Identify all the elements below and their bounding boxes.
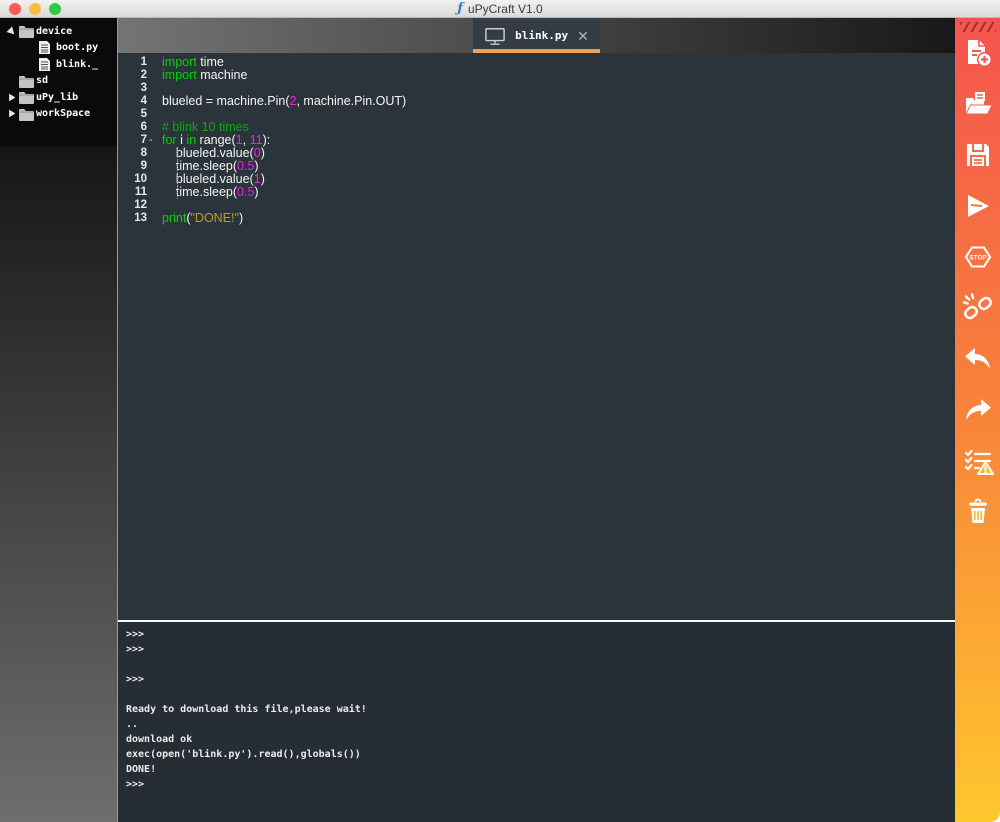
redo-button[interactable] — [961, 395, 995, 429]
disclosure-triangle-icon[interactable] — [4, 26, 18, 37]
line-number: 3 — [118, 82, 162, 95]
save-file-button[interactable] — [961, 140, 995, 174]
editor-line-13[interactable]: 13print("DONE!") — [118, 212, 955, 225]
line-number: 7 — [118, 134, 162, 147]
title-bar: ƒ uPyCraft V1.0 — [0, 0, 1000, 18]
line-number: 10 — [118, 173, 162, 186]
line-number: 12 — [118, 199, 162, 212]
open-file-button[interactable] — [961, 89, 995, 123]
line-number: 11 — [118, 186, 162, 199]
undo-icon — [962, 343, 994, 380]
folder-icon — [18, 90, 36, 104]
window-title: ƒ uPyCraft V1.0 — [0, 1, 1000, 16]
connect-icon — [962, 292, 994, 329]
console-line: >>> — [126, 777, 955, 792]
folder-icon — [18, 74, 36, 88]
tab-bar: blink.py ✕ — [118, 18, 955, 53]
monitor-icon — [484, 26, 506, 46]
line-number: 13 — [118, 212, 162, 225]
stop-button[interactable]: STOP — [961, 242, 995, 276]
active-tab-underline — [473, 49, 600, 53]
console-line: >>> — [126, 642, 955, 657]
tab-blink-py[interactable]: blink.py ✕ — [473, 18, 600, 53]
main-area: device boot.py blink._sd uPy_lib workSpace b… — [0, 18, 1000, 822]
disclosure-triangle-icon[interactable] — [4, 92, 18, 103]
folder-icon — [18, 24, 36, 38]
app-logo-icon: ƒ — [457, 1, 463, 16]
code-text: print("DONE!") — [162, 212, 243, 225]
repl-console[interactable]: >>> >>> >>> Ready to download this file,… — [118, 622, 955, 822]
toolbar-zigzag-decoration — [960, 22, 996, 32]
download-run-button[interactable] — [961, 191, 995, 225]
syntax-check-button[interactable] — [961, 446, 995, 480]
tree-item-upy-lib[interactable]: uPy_lib — [0, 89, 117, 106]
file-tree-sidebar: device boot.py blink._sd uPy_lib workSpace — [0, 18, 118, 822]
console-line: .. — [126, 717, 955, 732]
disclosure-triangle-icon[interactable] — [4, 108, 18, 119]
code-text: time.sleep(0.5) — [162, 186, 259, 199]
code-text: blueled = machine.Pin(2, machine.Pin.OUT… — [162, 95, 406, 108]
line-number: 6 — [118, 121, 162, 134]
console-line — [126, 687, 955, 702]
console-line: download ok — [126, 732, 955, 747]
clear-button[interactable] — [961, 497, 995, 531]
fold-marker-icon[interactable]: - — [149, 134, 153, 147]
code-editor[interactable]: 1import time2import machine34blueled = m… — [118, 53, 955, 620]
toolbar: STOP — [955, 18, 1000, 822]
line-number: 1 — [118, 56, 162, 69]
stop-icon: STOP — [962, 241, 994, 278]
close-tab-icon[interactable]: ✕ — [577, 29, 589, 43]
new-file-icon — [962, 37, 994, 74]
syntax-check-icon — [962, 445, 994, 482]
tree-item-label: sd — [36, 75, 48, 86]
tree-item-device[interactable]: device — [0, 23, 117, 40]
tree-item-sd[interactable]: sd — [0, 73, 117, 90]
undo-button[interactable] — [961, 344, 995, 378]
tree-item-boot-py[interactable]: boot.py — [0, 40, 117, 57]
line-number: 2 — [118, 69, 162, 82]
new-file-button[interactable] — [961, 38, 995, 72]
console-line: Ready to download this file,please wait! — [126, 702, 955, 717]
svg-text:STOP: STOP — [969, 254, 987, 261]
clear-icon — [962, 496, 994, 533]
folder-icon — [18, 107, 36, 121]
code-text: import machine — [162, 69, 247, 82]
line-number: 9 — [118, 160, 162, 173]
tree-item-label: boot.py — [56, 42, 98, 53]
line-number: 5 — [118, 108, 162, 121]
editor-line-11[interactable]: 11 time.sleep(0.5) — [118, 186, 955, 199]
console-line — [126, 657, 955, 672]
editor-column: blink.py ✕ 1import time2import machine34… — [118, 18, 955, 822]
line-number: 4 — [118, 95, 162, 108]
tree-item-label: workSpace — [36, 108, 90, 119]
file-icon — [38, 57, 56, 72]
tree-item-label: device — [36, 26, 72, 37]
sidebar-empty-area — [0, 146, 117, 822]
line-number: 8 — [118, 147, 162, 160]
console-line: exec(open('blink.py').read(),globals()) — [126, 747, 955, 762]
editor-line-4[interactable]: 4blueled = machine.Pin(2, machine.Pin.OU… — [118, 95, 955, 108]
file-tree: device boot.py blink._sd uPy_lib workSpace — [0, 18, 117, 146]
upycraft-window: ƒ uPyCraft V1.0 device boot.py blink._sd uP… — [0, 0, 1000, 822]
window-title-text: uPyCraft V1.0 — [468, 2, 543, 16]
console-line: >>> — [126, 672, 955, 687]
file-icon — [38, 40, 56, 55]
editor-line-2[interactable]: 2import machine — [118, 69, 955, 82]
download-run-icon — [962, 190, 994, 227]
tree-item-label: blink._ — [56, 59, 98, 70]
open-file-icon — [962, 88, 994, 125]
tab-label: blink.py — [515, 29, 568, 42]
tree-item-blink-[interactable]: blink._ — [0, 56, 117, 73]
tree-item-label: uPy_lib — [36, 92, 78, 103]
indent-guide — [177, 186, 178, 199]
save-file-icon — [962, 139, 994, 176]
tree-item-workspace[interactable]: workSpace — [0, 106, 117, 123]
console-line: >>> — [126, 627, 955, 642]
connect-button[interactable] — [961, 293, 995, 327]
console-line: DONE! — [126, 762, 955, 777]
redo-icon — [962, 394, 994, 431]
editor-line-12[interactable]: 12 — [118, 199, 955, 212]
